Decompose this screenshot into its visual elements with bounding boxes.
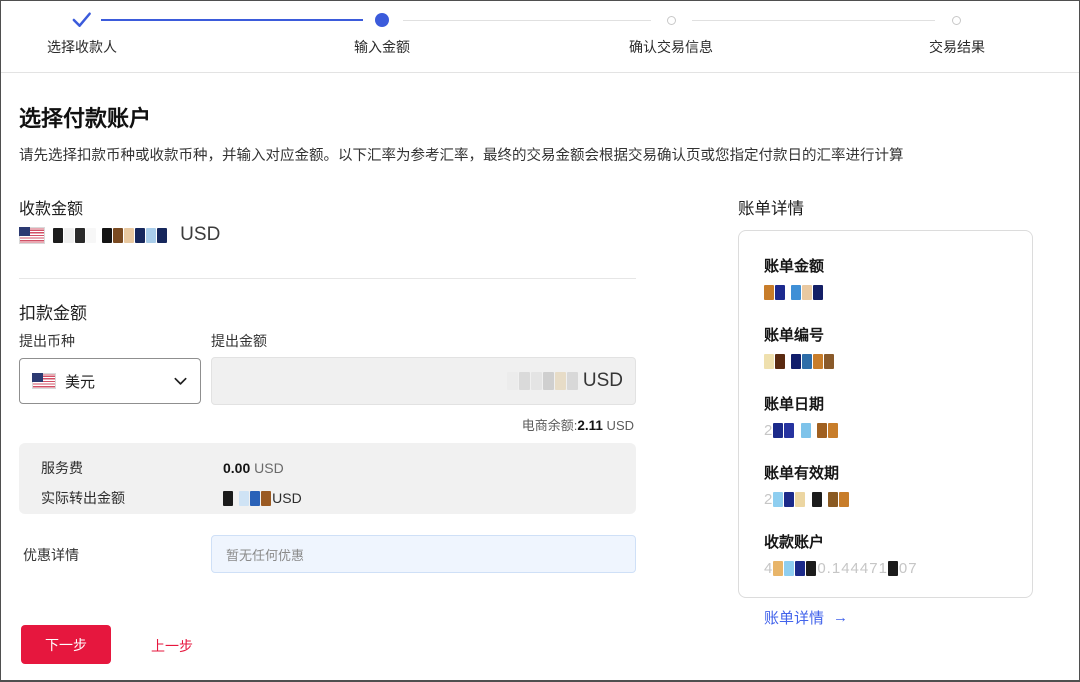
bill-number-redacted [764,353,1032,370]
stepper-connector-pending [403,20,651,21]
main-content: 选择付款账户 请先选择扣款币种或收款币种，并输入对应金额。以下汇率为参考汇率，最… [1,74,1079,682]
stepper-connector-pending [692,20,935,21]
step-active-dot [375,13,389,27]
balance-prefix: 电商余额: [521,418,578,433]
receiving-account-item: 收款账户 4 0.144471 07 [764,531,1032,577]
service-fee-row: 服务费 0.00 USD [41,456,636,480]
stepper: 选择收款人 输入金额 确认交易信息 交易结果 [1,1,1079,73]
fee-summary-box: 服务费 0.00 USD 实际转出金额 USD [19,443,636,514]
page-subtitle: 请先选择扣款币种或收款币种，并输入对应金额。以下汇率为参考汇率，最终的交易金额会… [19,148,904,164]
step-label-confirm-info: 确认交易信息 [629,39,713,55]
actual-out-redacted [223,490,272,507]
receive-amount-label: 收款金额 [19,201,84,218]
page-title: 选择付款账户 [19,106,152,131]
bill-details-link[interactable]: 账单详情 → [764,607,1032,628]
amount-input[interactable]: USD [211,357,636,405]
bill-validity-redacted: 2 [764,491,1032,508]
step-done-check-icon [70,8,93,31]
balance-currency: USD [602,418,634,433]
bill-details-link-label: 账单详情 [764,610,825,627]
step-label-enter-amount[interactable]: 输入金额 [354,37,410,57]
bill-date-label: 账单日期 [764,396,825,413]
bill-date-redacted: 2 [764,422,1032,439]
withdraw-currency-label: 提出币种 [19,333,75,349]
receiving-account-redacted: 4 0.144471 07 [764,560,918,577]
bill-date-item: 账单日期 2 [764,393,1032,439]
receive-amount-redacted [53,227,168,244]
next-step-button[interactable]: 下一步 [21,625,111,664]
balance-amount: 2.11 [577,418,603,433]
ecommerce-balance: 电商余额:2.11 USD [522,415,634,434]
receiving-account-label: 收款账户 [764,534,825,551]
service-fee-label: 服务费 [41,460,83,476]
promo-input[interactable]: 暂无任何优惠 [211,535,636,573]
withdraw-amount-label: 提出金额 [211,333,267,349]
bill-number-item: 账单编号 [764,324,1032,370]
currency-select[interactable]: 美元 [19,358,201,404]
bill-amount-item: 账单金额 [764,255,1032,301]
receive-currency: USD [180,224,221,245]
bill-details-title: 账单详情 [738,200,804,218]
us-flag-icon [32,373,56,389]
amount-input-currency: USD [582,370,623,391]
service-fee-value: 0.00 USD [223,460,284,476]
step-pending-dot [667,16,676,25]
bill-details-card: 账单金额 账单编号 账单日期 2 账单有效期 2 收款账户 4 0.144471 0… [738,230,1033,627]
bill-validity-item: 账单有效期 2 [764,462,1032,508]
step-label-select-payee[interactable]: 选择收款人 [47,37,117,57]
bill-number-label: 账单编号 [764,327,825,344]
us-flag-icon [19,226,45,244]
deduct-amount-label: 扣款金额 [19,304,87,323]
step-label-result: 交易结果 [929,39,985,55]
currency-select-value: 美元 [65,373,96,391]
promo-label: 优惠详情 [23,547,79,563]
step-pending-dot [952,16,961,25]
bill-amount-redacted [764,284,1032,301]
amount-value-redacted [506,372,579,390]
actual-out-label: 实际转出金额 [41,490,125,506]
bill-validity-label: 账单有效期 [764,465,840,482]
receive-amount-row: USD [19,224,220,246]
chevron-down-icon [173,374,188,389]
divider [19,278,636,279]
stepper-connector-done [101,19,363,21]
service-fee-currency: USD [250,460,284,476]
prev-step-button[interactable]: 上一步 [151,636,193,656]
service-fee-amount: 0.00 [223,460,251,476]
arrow-right-icon: → [833,609,849,626]
transfer-amount-page: { "stepper": { "steps": [ { "label": "选择… [0,0,1080,682]
promo-empty-text: 暂无任何优惠 [226,547,305,563]
actual-out-row: 实际转出金额 USD [41,486,636,510]
actual-out-currency: USD [272,490,302,506]
bill-amount-label: 账单金额 [764,258,825,275]
